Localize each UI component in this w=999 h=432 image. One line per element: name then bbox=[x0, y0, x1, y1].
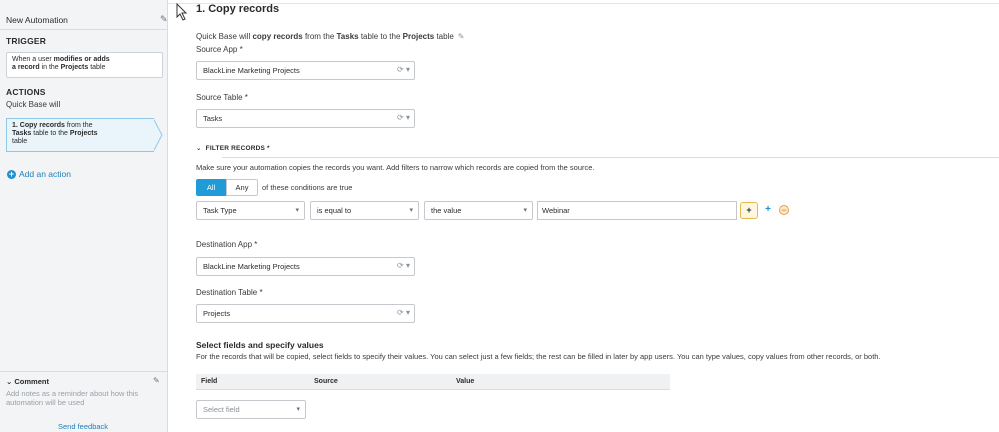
chevron-down-icon: ⌄ bbox=[6, 377, 13, 386]
dropdown-caret-icon: ▾ bbox=[409, 207, 413, 214]
action-text-2: table to the bbox=[31, 130, 70, 137]
refresh-dropdown-icon: ⟳ ▾ bbox=[397, 113, 410, 122]
comment-toggle[interactable]: ⌄ Comment bbox=[6, 377, 49, 386]
dest-table-value: Projects bbox=[203, 309, 231, 318]
trigger-table: Projects bbox=[60, 64, 89, 71]
action-title: 1. Copy records bbox=[12, 122, 65, 129]
main-top-border bbox=[168, 3, 999, 4]
desc-text-3: table to the bbox=[358, 32, 403, 41]
automation-sidebar: New Automation ✎ TRIGGER When a user mod… bbox=[0, 0, 168, 432]
add-filter-plus-icon[interactable]: + bbox=[764, 205, 772, 215]
column-header-source: Source bbox=[314, 378, 338, 385]
action-description: Quick Base will copy records from the Ta… bbox=[196, 32, 465, 41]
action-dest-table: Projects bbox=[69, 130, 98, 137]
actions-subheading: Quick Base will bbox=[6, 100, 61, 109]
match-all-button[interactable]: All bbox=[196, 179, 226, 196]
column-header-value: Value bbox=[456, 378, 475, 385]
filter-heading: FILTER RECORDS * bbox=[205, 145, 270, 152]
insert-field-button[interactable]: + bbox=[740, 202, 758, 219]
column-header-field: Field bbox=[201, 378, 218, 385]
add-circle-icon: + bbox=[7, 168, 16, 179]
fields-section-description: For the records that will be copied, sel… bbox=[196, 352, 881, 361]
desc-text-2: from the bbox=[302, 32, 337, 41]
fields-section-title: Select fields and specify values bbox=[196, 340, 324, 350]
source-app-label: Source App * bbox=[196, 45, 243, 54]
dest-app-label: Destination App * bbox=[196, 240, 258, 249]
source-app-select[interactable]: BlackLine Marketing Projects ⟳ ▾ bbox=[196, 61, 415, 80]
add-action-label: Add an action bbox=[19, 169, 71, 179]
desc-action: copy records bbox=[252, 32, 303, 41]
desc-text-1: Quick Base will bbox=[196, 32, 253, 41]
automation-title[interactable]: New Automation bbox=[6, 15, 68, 25]
trigger-card[interactable]: When a user modifies or adds a record in… bbox=[6, 52, 163, 78]
trigger-text-2: in the bbox=[39, 64, 61, 71]
desc-text-4: table bbox=[434, 32, 454, 41]
select-field-dropdown[interactable]: Select field ▾ bbox=[196, 400, 306, 419]
filter-divider bbox=[222, 157, 999, 158]
mouse-cursor-icon bbox=[176, 3, 188, 21]
comment-divider bbox=[0, 371, 167, 372]
filter-value-type-value: the value bbox=[431, 206, 462, 215]
conditions-text: of these conditions are true bbox=[262, 183, 353, 192]
trigger-text-3: table bbox=[88, 64, 106, 71]
remove-filter-minus-icon[interactable]: − bbox=[779, 205, 789, 215]
source-table-select[interactable]: Tasks ⟳ ▾ bbox=[196, 109, 415, 128]
dest-app-select[interactable]: BlackLine Marketing Projects ⟳ ▾ bbox=[196, 257, 415, 276]
dest-app-value: BlackLine Marketing Projects bbox=[203, 262, 300, 271]
desc-source-table: Tasks bbox=[336, 32, 359, 41]
refresh-dropdown-icon: ⟳ ▾ bbox=[397, 308, 410, 317]
filter-value-input[interactable]: Webinar bbox=[537, 201, 737, 220]
filter-records-toggle[interactable]: ⌄ FILTER RECORDS * bbox=[196, 144, 270, 152]
source-table-label: Source Table * bbox=[196, 93, 248, 102]
sidebar-divider bbox=[0, 29, 167, 30]
select-field-placeholder: Select field bbox=[203, 405, 240, 414]
action-text: from the bbox=[64, 122, 93, 129]
filter-field-value: Task Type bbox=[203, 206, 237, 215]
refresh-dropdown-icon: ⟳ ▾ bbox=[397, 261, 410, 270]
edit-description-pencil-icon[interactable]: ✎ bbox=[458, 32, 465, 41]
trigger-heading: TRIGGER bbox=[6, 36, 47, 46]
actions-heading: ACTIONS bbox=[6, 87, 46, 97]
dest-table-select[interactable]: Projects ⟳ ▾ bbox=[196, 304, 415, 323]
refresh-dropdown-icon: ⟳ ▾ bbox=[397, 65, 410, 74]
add-action-button[interactable]: + Add an action bbox=[7, 169, 71, 179]
match-any-button[interactable]: Any bbox=[226, 179, 258, 196]
filter-value-type-select[interactable]: the value ▾ bbox=[424, 201, 533, 220]
action-source-table: Tasks bbox=[12, 130, 32, 137]
dropdown-caret-icon: ▾ bbox=[296, 406, 300, 413]
fields-table-header: Field Source Value bbox=[196, 374, 670, 390]
action-card-pointer-icon bbox=[153, 118, 163, 152]
trigger-action: modifies or adds bbox=[53, 56, 110, 63]
trigger-text: When a user bbox=[12, 56, 54, 63]
source-app-value: BlackLine Marketing Projects bbox=[203, 66, 300, 75]
source-table-value: Tasks bbox=[203, 114, 223, 123]
dest-table-label: Destination Table * bbox=[196, 288, 263, 297]
chevron-down-icon: ⌄ bbox=[196, 145, 202, 152]
filter-description: Make sure your automation copies the rec… bbox=[196, 163, 595, 172]
dropdown-caret-icon: ▾ bbox=[295, 207, 299, 214]
action-card-copy-records[interactable]: 1. Copy records from the Tasks table to … bbox=[6, 118, 154, 152]
edit-title-pencil-icon[interactable]: ✎ bbox=[160, 14, 168, 25]
filter-operator-select[interactable]: is equal to ▾ bbox=[310, 201, 419, 220]
desc-dest-table: Projects bbox=[402, 32, 435, 41]
page-title: 1. Copy records bbox=[196, 3, 280, 15]
comment-placeholder[interactable]: Add notes as a reminder about how this a… bbox=[6, 389, 156, 407]
edit-comment-pencil-icon[interactable]: ✎ bbox=[153, 376, 160, 385]
send-feedback-link[interactable]: Send feedback bbox=[58, 422, 108, 431]
dropdown-caret-icon: ▾ bbox=[523, 207, 527, 214]
action-text-3: table bbox=[12, 138, 28, 145]
filter-operator-value: is equal to bbox=[317, 206, 352, 215]
trigger-subject: a record bbox=[12, 64, 40, 71]
filter-field-select[interactable]: Task Type ▾ bbox=[196, 201, 305, 220]
comment-label: Comment bbox=[14, 377, 49, 386]
